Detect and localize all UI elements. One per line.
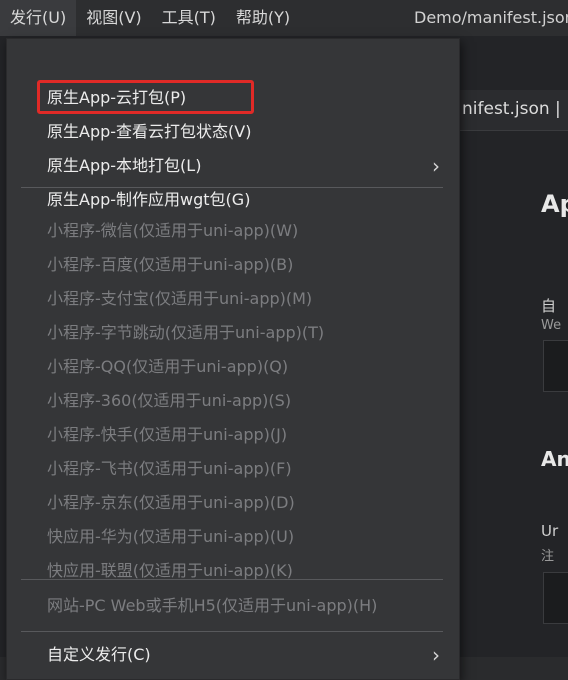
menu-item-custom-publish[interactable]: 自定义发行(C) [47,639,151,671]
menu-item-mp-lark: 小程序-飞书(仅适用于uni-app)(F) [47,459,292,478]
chevron-right-icon: › [432,643,440,667]
menu-item-mp-toutiao: 小程序-字节跳动(仅适用于uni-app)(T) [47,323,325,342]
menu-item-mp-qq: 小程序-QQ(仅适用于uni-app)(Q) [47,357,289,376]
chevron-right-icon: › [432,154,440,178]
field-label-url: Ur [541,522,559,540]
menu-publish[interactable]: 发行(U) [0,0,77,36]
menu-item-web-h5: 网站-PC Web或手机H5(仅适用于uni-app)(H) [47,596,378,615]
field-label: 自 [541,297,557,315]
menu-item-wgt-package[interactable]: 原生App-制作应用wgt包(G) [47,184,250,216]
menu-separator [21,631,443,632]
menu-item-local-package[interactable]: 原生App-本地打包(L) [47,150,201,182]
menu-view[interactable]: 视图(V) [76,0,151,36]
url-input[interactable] [543,572,568,624]
menu-item-mp-baidu: 小程序-百度(仅适用于uni-app)(B) [47,255,294,274]
text-input[interactable] [543,340,568,392]
window-title: Demo/manifest.json [414,8,568,27]
menu-item-quickapp-huawei: 快应用-华为(仅适用于uni-app)(U) [47,527,295,546]
menu-item-mp-kuaishou: 小程序-快手(仅适用于uni-app)(J) [47,425,288,444]
menu-item-mp-jd: 小程序-京东(仅适用于uni-app)(D) [47,493,295,512]
menu-separator [21,579,443,580]
menu-item-quickapp-union: 快应用-联盟(仅适用于uni-app)(K) [47,561,293,580]
field-hint: We [541,318,562,333]
menu-separator [21,187,443,188]
section-heading-app: Ap [541,190,568,218]
menu-item-cloud-status[interactable]: 原生App-查看云打包状态(V) [47,116,251,148]
menu-item-cloud-package[interactable]: 原生App-云打包(P) [47,82,186,114]
field-hint-note: 注 [541,549,555,564]
menu-help[interactable]: 帮助(Y) [226,0,300,36]
menu-item-mp-weixin: 小程序-微信(仅适用于uni-app)(W) [47,221,299,240]
editor-tab[interactable]: nifest.json | [458,90,568,131]
editor-tab-label: nifest.json | [462,99,561,119]
section-heading-android: An [541,447,568,471]
menu-tools[interactable]: 工具(T) [152,0,226,36]
menu-item-mp-alipay: 小程序-支付宝(仅适用于uni-app)(M) [47,289,313,308]
publish-dropdown-menu: 原生App-云打包(P) 原生App-查看云打包状态(V) 原生App-本地打包… [6,38,460,680]
menu-item-mp-360: 小程序-360(仅适用于uni-app)(S) [47,391,292,410]
menubar: 发行(U) 视图(V) 工具(T) 帮助(Y) Demo/manifest.js… [0,0,568,36]
